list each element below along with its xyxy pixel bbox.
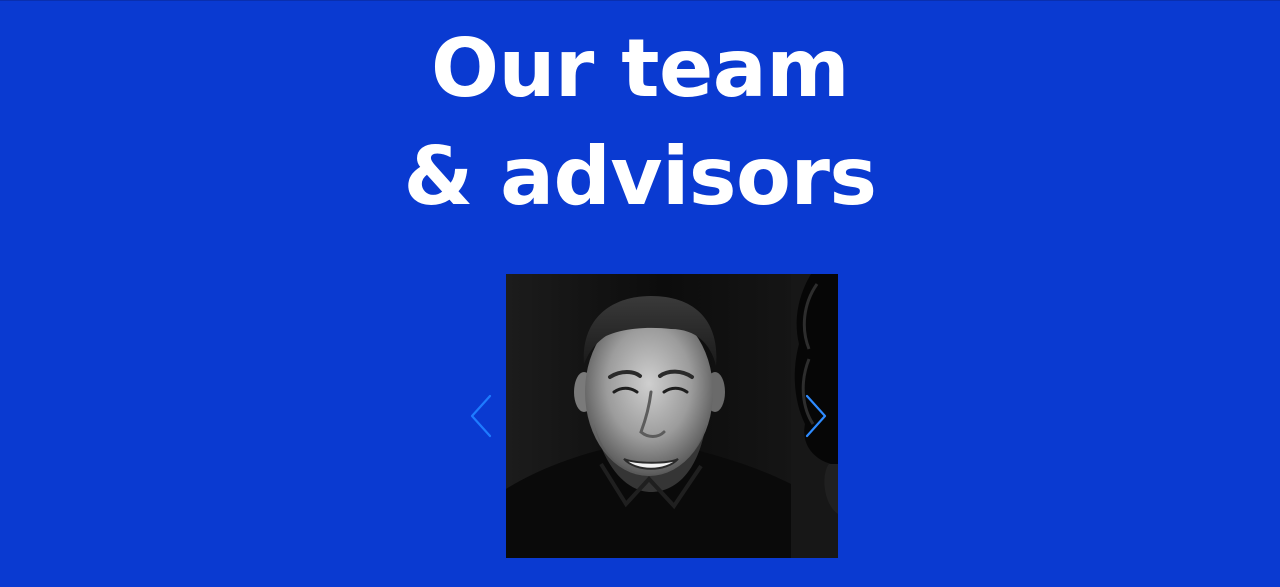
page-title-line-1: Our team xyxy=(430,22,850,115)
page-title-line-2: & advisors xyxy=(403,130,877,223)
chevron-left-icon xyxy=(470,394,492,438)
chevron-right-icon xyxy=(805,394,827,438)
team-section: Our team & advisors xyxy=(0,0,1280,587)
carousel-prev-button[interactable] xyxy=(466,392,496,440)
team-member-photo[interactable] xyxy=(506,274,791,558)
page-title: Our team & advisors xyxy=(0,15,1280,231)
portrait-image xyxy=(506,296,791,558)
carousel-next-button[interactable] xyxy=(801,392,831,440)
team-carousel[interactable] xyxy=(506,274,838,558)
